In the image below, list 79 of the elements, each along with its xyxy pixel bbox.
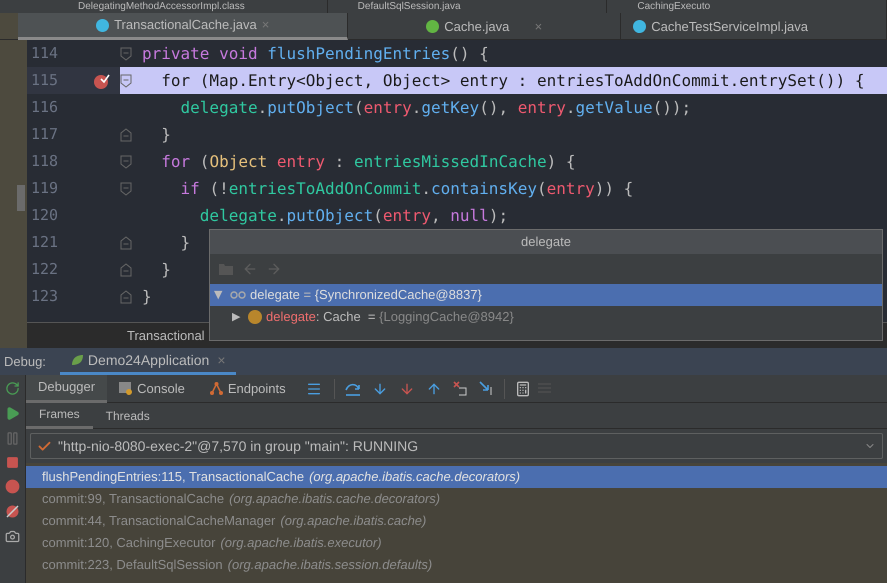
line-number: 121 — [31, 232, 60, 254]
pause-icon[interactable] — [5, 431, 20, 446]
code-line: delegate.putObject(entry, null); — [198, 204, 508, 226]
debug-label: Debug: — [4, 353, 46, 372]
camera-icon[interactable] — [5, 529, 20, 544]
run-to-cursor-icon[interactable] — [478, 381, 494, 396]
fold-icon[interactable] — [120, 290, 132, 304]
code-line: } — [141, 286, 152, 308]
frame-row[interactable]: commit:99, TransactionalCache (org.apache.ibatis.cache.decorators) — [26, 488, 887, 510]
class-icon — [633, 20, 646, 33]
frames-tab[interactable]: Frames — [26, 402, 93, 428]
frame-row[interactable]: commit:120, CachingExecutor (org.apache.ibatis.executor) — [26, 532, 887, 554]
menu-icon[interactable] — [306, 380, 322, 396]
field-icon — [248, 310, 262, 324]
breakpoint-icon[interactable] — [93, 72, 111, 88]
fold-icon[interactable] — [120, 182, 132, 196]
popup-title: delegate — [521, 233, 571, 252]
code-line: private void flushPendingEntries() { — [141, 42, 489, 64]
variable-text: delegate = {SynchronizedCache@8837} — [250, 286, 482, 304]
evaluate-icon[interactable] — [514, 380, 531, 396]
tree-toggle[interactable]: ▶ — [232, 308, 244, 326]
code-line: if (!entriesToAddOnCommit.containsKey(entry)) { — [180, 178, 634, 200]
resume-icon[interactable] — [5, 406, 20, 421]
line-number: 118 — [31, 151, 60, 172]
fold-icon[interactable] — [120, 262, 132, 276]
debug-tab[interactable]: Endpoints — [196, 374, 298, 402]
stop-icon[interactable] — [6, 456, 19, 469]
mute-breakpoints-icon[interactable] — [5, 504, 20, 519]
line-number: 119 — [31, 178, 60, 200]
line-number: 120 — [31, 205, 60, 226]
thread-dropdown[interactable]: "http-nio-8080-exec-2"@7,570 in group "main": RUNNING — [30, 433, 883, 459]
forward-icon[interactable] — [266, 261, 282, 277]
code-line: delegate.putObject(entry.getKey(), entry.getValue()); — [180, 96, 692, 118]
leaf-icon — [70, 353, 84, 367]
debug-tab[interactable]: Console — [107, 374, 197, 402]
folder-icon[interactable] — [218, 262, 234, 276]
frames-tab[interactable]: Threads — [92, 402, 163, 428]
back-icon[interactable] — [242, 261, 258, 277]
fold-icon[interactable] — [120, 154, 132, 168]
tab-label: CacheTestServiceImpl.java — [651, 18, 808, 36]
frame-row[interactable]: commit:223, DefaultSqlSession (org.apache.ibatis.session.defaults) — [26, 554, 887, 576]
fold-icon[interactable] — [120, 74, 132, 88]
line-number: 116 — [31, 97, 60, 118]
code-line: for (Map.Entry<Object, Object> entry : entriesToAddOnCommit.entrySet()) { — [160, 70, 864, 92]
drop-frame-icon[interactable] — [452, 381, 468, 396]
console-icon — [119, 382, 134, 395]
code-line: } — [180, 232, 190, 254]
frame-row[interactable]: flushPendingEntries:115, TransactionalCache (org.apache.ibatis.cache.decorators) — [26, 466, 887, 488]
breakpoints-icon[interactable] — [5, 479, 20, 494]
frame-row[interactable]: commit:44, TransactionalCacheManager (org.apache.ibatis.cache) — [26, 510, 887, 532]
step-into-icon[interactable] — [372, 380, 388, 396]
class-icon — [96, 18, 110, 32]
code-line: } — [160, 258, 171, 280]
fold-icon[interactable] — [120, 236, 132, 250]
line-number: 123 — [31, 286, 60, 308]
step-over-icon[interactable] — [344, 382, 361, 396]
step-out-icon[interactable] — [426, 380, 442, 396]
line-number: 122 — [31, 259, 60, 280]
rerun-icon[interactable] — [5, 381, 20, 396]
force-step-into-icon[interactable] — [398, 380, 415, 396]
tree-row[interactable]: ▼ delegate = {SynchronizedCache@8837} — [210, 284, 882, 306]
breadcrumb-item[interactable]: Transactional — [127, 326, 205, 346]
line-number: 115 — [31, 70, 60, 92]
tab-label: Cache.java — [444, 18, 510, 36]
variable-text: delegate: Cache = {LoggingCache@8942} — [266, 308, 514, 326]
line-number: 114 — [31, 43, 60, 64]
fold-icon[interactable] — [120, 128, 132, 142]
tree-row[interactable]: ▶ delegate: Cache = {LoggingCache@8942} — [210, 306, 882, 328]
debug-tab[interactable]: Debugger — [26, 374, 108, 402]
glasses-icon — [230, 291, 246, 299]
editor-tab[interactable]: TransactionalCache.java × — [18, 13, 348, 40]
code-line: for (Object entry : entriesMissedInCache) { — [160, 150, 576, 172]
scroll-thumb[interactable] — [17, 185, 25, 211]
fold-icon[interactable] — [120, 46, 132, 60]
code-line: } — [160, 124, 171, 146]
endpoints-icon — [208, 381, 224, 396]
interface-icon — [426, 20, 440, 33]
line-number: 117 — [31, 124, 60, 146]
tab-label: TransactionalCache.java — [114, 16, 257, 34]
